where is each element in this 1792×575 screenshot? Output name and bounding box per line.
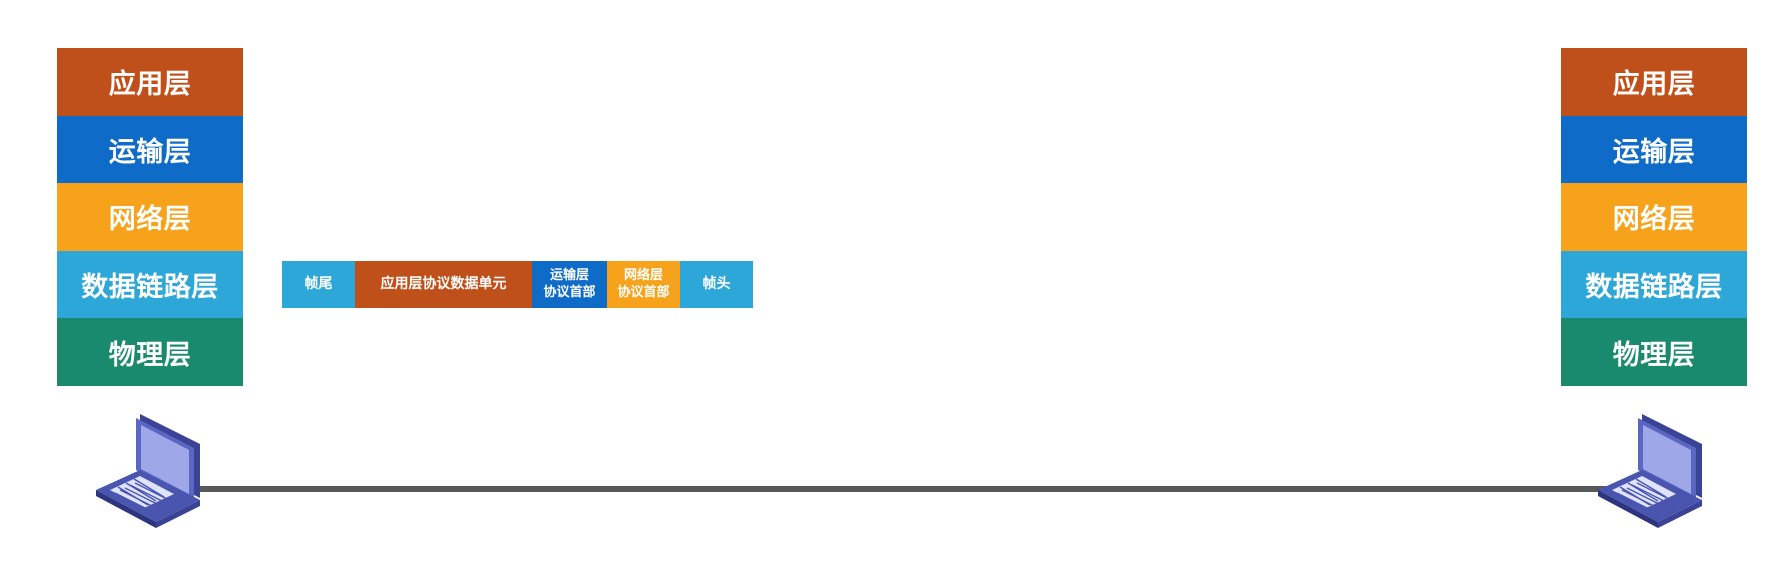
- left-network-layer: 网络层: [57, 183, 243, 251]
- right-application-layer: 应用层: [1561, 48, 1747, 116]
- left-datalink-layer: 数据链路层: [57, 250, 243, 319]
- left-application-layer: 应用层: [57, 48, 243, 116]
- right-network-layer: 网络层: [1561, 183, 1747, 251]
- left-protocol-stack: 应用层 运输层 网络层 数据链路层 物理层: [57, 48, 243, 386]
- network-header-line1: 网络层: [623, 267, 663, 283]
- left-transport-layer: 运输层: [57, 115, 243, 184]
- laptop-icon: [1598, 412, 1708, 532]
- network-header: 网络层 协议首部: [607, 261, 680, 308]
- network-header-line2: 协议首部: [617, 284, 670, 300]
- left-physical-layer: 物理层: [57, 318, 243, 386]
- right-physical-layer: 物理层: [1561, 318, 1747, 386]
- transport-header-line1: 运输层: [549, 267, 589, 283]
- frame-header: 帧头: [680, 261, 753, 308]
- right-protocol-stack: 应用层 运输层 网络层 数据链路层 物理层: [1561, 48, 1747, 386]
- data-link-frame: 帧尾 应用层协议数据单元 运输层 协议首部 网络层 协议首部 帧头: [282, 261, 753, 308]
- transport-header: 运输层 协议首部: [532, 261, 607, 308]
- laptop-icon: [96, 412, 206, 532]
- right-transport-layer: 运输层: [1561, 115, 1747, 184]
- application-pdu: 应用层协议数据单元: [355, 261, 532, 308]
- transport-header-line2: 协议首部: [543, 284, 596, 300]
- transmission-link: [190, 486, 1620, 492]
- frame-trailer: 帧尾: [282, 261, 355, 308]
- right-datalink-layer: 数据链路层: [1561, 250, 1747, 319]
